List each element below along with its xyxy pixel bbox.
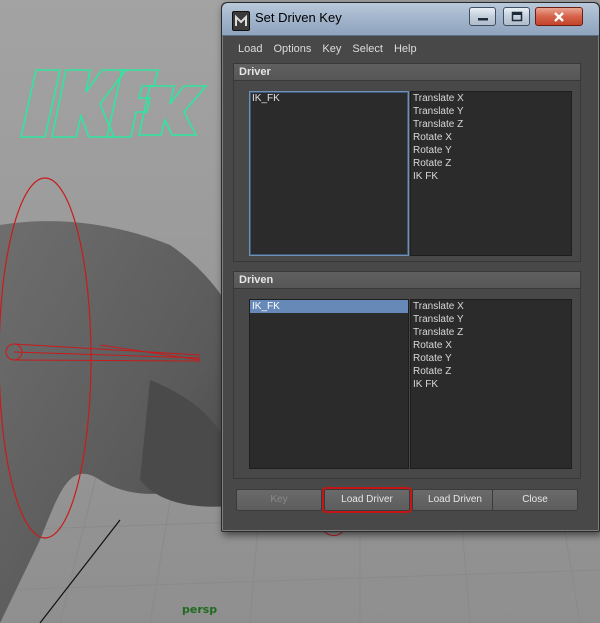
driver-object-item[interactable]: IK_FK bbox=[250, 92, 408, 105]
menu-load[interactable]: Load bbox=[234, 39, 266, 59]
driven-attribute-item[interactable]: Rotate Y bbox=[411, 352, 571, 365]
menu-bar: Load Options Key Select Help bbox=[234, 39, 424, 59]
load-driver-button[interactable]: Load Driver bbox=[324, 489, 410, 511]
maximize-button[interactable] bbox=[503, 7, 530, 26]
menu-key[interactable]: Key bbox=[318, 39, 345, 59]
driven-attribute-item[interactable]: Rotate X bbox=[411, 339, 571, 352]
driver-attribute-item[interactable]: Rotate Y bbox=[411, 144, 571, 157]
load-driven-button[interactable]: Load Driven bbox=[412, 489, 498, 511]
driver-attribute-item[interactable]: Translate Z bbox=[411, 118, 571, 131]
driven-body: IK_FK Translate X Translate Y Translate … bbox=[233, 289, 581, 479]
driver-attribute-item[interactable]: Rotate Z bbox=[411, 157, 571, 170]
close-window-button[interactable] bbox=[535, 7, 583, 26]
set-driven-key-window[interactable]: Set Driven Key Load Options Key Select H… bbox=[221, 2, 600, 532]
close-button[interactable]: Close bbox=[492, 489, 578, 511]
maximize-icon bbox=[504, 8, 529, 25]
driven-attribute-item[interactable]: Translate Y bbox=[411, 313, 571, 326]
driven-object-item[interactable]: IK_FK bbox=[250, 300, 408, 313]
driven-attribute-list[interactable]: Translate X Translate Y Translate Z Rota… bbox=[410, 299, 572, 469]
driver-attribute-item[interactable]: Translate X bbox=[411, 92, 571, 105]
driver-attribute-item[interactable]: Translate Y bbox=[411, 105, 571, 118]
driver-attribute-item[interactable]: Rotate X bbox=[411, 131, 571, 144]
menu-select[interactable]: Select bbox=[348, 39, 387, 59]
driver-object-list[interactable]: IK_FK bbox=[249, 91, 409, 256]
driver-body: IK_FK Translate X Translate Y Translate … bbox=[233, 81, 581, 262]
minimize-icon bbox=[470, 8, 495, 25]
window-title: Set Driven Key bbox=[255, 10, 342, 25]
minimize-button[interactable] bbox=[469, 7, 496, 26]
menu-help[interactable]: Help bbox=[390, 39, 421, 59]
driven-object-list[interactable]: IK_FK bbox=[249, 299, 409, 469]
driver-header: Driver bbox=[233, 63, 581, 81]
driven-attribute-item[interactable]: IK FK bbox=[411, 378, 571, 391]
key-button[interactable]: Key bbox=[236, 489, 322, 511]
menu-options[interactable]: Options bbox=[269, 39, 315, 59]
close-icon bbox=[536, 8, 582, 25]
driven-header: Driven bbox=[233, 271, 581, 289]
camera-label: persp bbox=[182, 603, 218, 616]
driven-attribute-item[interactable]: Translate X bbox=[411, 300, 571, 313]
title-bar[interactable]: Set Driven Key bbox=[222, 3, 599, 36]
driver-attribute-list[interactable]: Translate X Translate Y Translate Z Rota… bbox=[410, 91, 572, 256]
maya-app-icon bbox=[232, 11, 250, 31]
driver-attribute-item[interactable]: IK FK bbox=[411, 170, 571, 183]
driven-attribute-item[interactable]: Translate Z bbox=[411, 326, 571, 339]
driven-attribute-item[interactable]: Rotate Z bbox=[411, 365, 571, 378]
driven-section: Driven IK_FK Translate X Translate Y Tra… bbox=[233, 271, 581, 479]
button-row: Key Load Driver Load Driven Close bbox=[233, 489, 581, 513]
driver-section: Driver IK_FK Translate X Translate Y Tra… bbox=[233, 63, 581, 262]
